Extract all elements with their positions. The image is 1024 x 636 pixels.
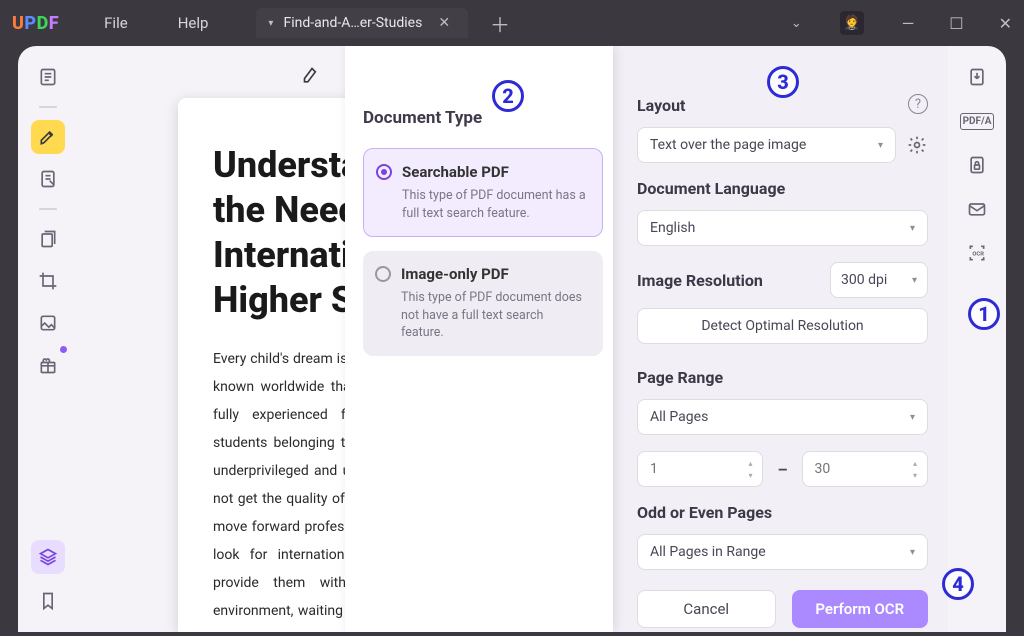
app-surface: PDF/A OCR Understanding the Need for Int… (18, 46, 1006, 632)
option-description: This type of PDF document has a full tex… (402, 187, 588, 222)
close-tab-icon[interactable]: ✕ (432, 16, 456, 30)
document-type-panel: Document Type Searchable PDF This type o… (345, 46, 613, 632)
language-label: Document Language (637, 179, 928, 198)
help-icon[interactable]: ? (908, 94, 928, 114)
reader-tool-icon[interactable] (31, 60, 65, 94)
page-range-select[interactable]: All Pages ▾ (637, 399, 928, 435)
separator (39, 208, 57, 210)
select-value: Text over the page image (650, 137, 806, 153)
language-select[interactable]: English ▾ (637, 210, 928, 246)
resolution-select[interactable]: 300 dpi ▾ (830, 262, 928, 298)
bookmark-icon[interactable] (31, 584, 65, 618)
left-tool-rail (18, 46, 78, 632)
crop-tool-icon[interactable] (31, 264, 65, 298)
select-value: 300 dpi (841, 272, 887, 288)
menu-file[interactable]: File (104, 14, 128, 32)
chevron-down-icon: ▾ (910, 412, 915, 423)
right-tool-rail: PDF/A OCR (948, 46, 1006, 632)
perform-ocr-button[interactable]: Perform OCR (792, 590, 929, 628)
main-menu: File Help (104, 14, 208, 32)
updf-logo: UPDF (12, 13, 59, 34)
page-to-input[interactable]: ▴▾ (802, 451, 928, 487)
spinner-icon[interactable]: ▴▾ (908, 455, 922, 483)
select-value: All Pages in Range (650, 544, 766, 560)
gear-icon[interactable] (906, 134, 928, 156)
spinner-icon[interactable]: ▴▾ (743, 455, 757, 483)
email-icon[interactable] (960, 192, 994, 226)
avatar[interactable]: 🤵 (840, 11, 864, 35)
page-from-input[interactable]: ▴▾ (637, 451, 763, 487)
annotation-1: 1 (968, 298, 1000, 330)
maximize-button[interactable]: ☐ (949, 14, 963, 33)
radio-icon (376, 164, 392, 180)
range-dash: – (777, 460, 787, 479)
chevron-down-icon: ▾ (910, 223, 915, 234)
page-range-label: Page Range (637, 368, 928, 387)
select-value: English (650, 220, 695, 236)
option-image-only-pdf[interactable]: Image-only PDF This type of PDF document… (363, 251, 603, 356)
minimize-button[interactable]: — (902, 14, 915, 33)
resolution-label: Image Resolution (637, 271, 763, 290)
export-icon[interactable] (960, 60, 994, 94)
layout-label: Layout (637, 96, 928, 115)
highlighter-tool-icon[interactable] (31, 120, 65, 154)
pages-tool-icon[interactable] (31, 222, 65, 256)
menu-help[interactable]: Help (178, 14, 209, 32)
pdfa-icon[interactable]: PDF/A (960, 104, 994, 138)
option-title: Image-only PDF (401, 265, 589, 283)
select-value: All Pages (650, 409, 708, 425)
chevron-down-icon: ▾ (910, 547, 915, 558)
window-controls: — ☐ ✕ (902, 14, 1012, 33)
cancel-button[interactable]: Cancel (637, 590, 776, 628)
option-title: Searchable PDF (402, 163, 588, 181)
annotation-2: 2 (492, 80, 524, 112)
titlebar: UPDF File Help ▾ Find-and-A…er-Studies ✕… (0, 0, 1024, 46)
chevron-down-icon: ▾ (912, 275, 917, 286)
edit-tool-icon[interactable] (31, 162, 65, 196)
option-description: This type of PDF document does not have … (401, 289, 589, 342)
chevron-down-icon: ▾ (268, 18, 273, 29)
ocr-options-panel: ? Layout Text over the page image ▾ Docu… (613, 46, 948, 632)
separator (39, 106, 57, 108)
odd-even-label: Odd or Even Pages (637, 503, 928, 522)
annotation-3: 3 (767, 66, 799, 98)
annotation-4: 4 (942, 568, 974, 600)
document-type-label: Document Type (363, 108, 603, 128)
svg-text:OCR: OCR (972, 252, 984, 258)
gift-tool-icon[interactable] (31, 348, 65, 382)
close-window-button[interactable]: ✕ (999, 14, 1012, 33)
new-tab-button[interactable]: ＋ (480, 9, 520, 38)
layout-select[interactable]: Text over the page image ▾ (637, 127, 896, 163)
document-tab[interactable]: ▾ Find-and-A…er-Studies ✕ (256, 8, 468, 38)
ocr-icon[interactable]: OCR (960, 236, 994, 270)
protect-icon[interactable] (960, 148, 994, 182)
tab-title: Find-and-A…er-Studies (283, 15, 422, 31)
radio-icon (375, 266, 391, 282)
odd-even-select[interactable]: All Pages in Range ▾ (637, 534, 928, 570)
chevron-down-icon[interactable]: ⌄ (791, 16, 802, 31)
detect-resolution-button[interactable]: Detect Optimal Resolution (637, 308, 928, 344)
background-tool-icon[interactable] (31, 306, 65, 340)
option-searchable-pdf[interactable]: Searchable PDF This type of PDF document… (363, 148, 603, 237)
quick-pen-icon[interactable] (300, 64, 324, 88)
ocr-settings-panel: Document Type Searchable PDF This type o… (345, 46, 948, 632)
layers-icon[interactable] (31, 540, 65, 574)
chevron-down-icon: ▾ (878, 140, 883, 151)
